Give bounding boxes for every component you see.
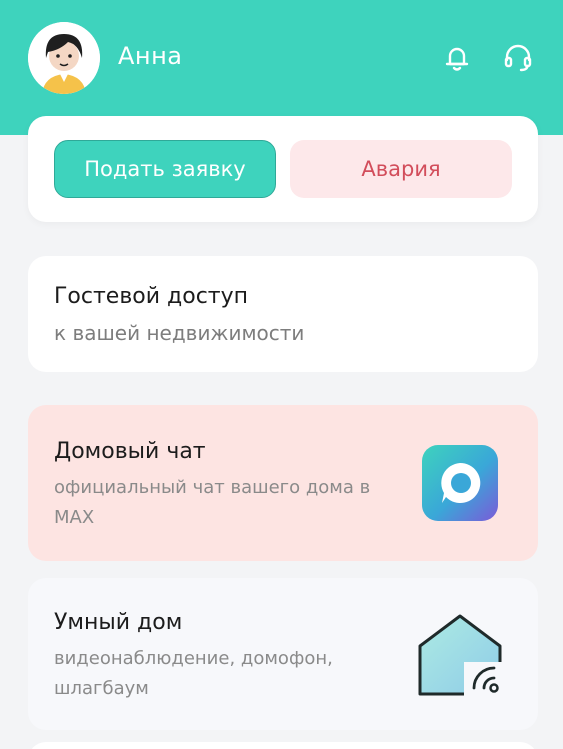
- guest-access-subtitle: к вашей недвижимости: [54, 321, 305, 345]
- smart-home-icon: [418, 614, 504, 698]
- app-header: Анна: [0, 0, 563, 135]
- house-chat-title: Домовый чат: [54, 439, 206, 464]
- actions-card: Подать заявку Авария: [28, 116, 538, 222]
- guest-access-card[interactable]: Гостевой доступ к вашей недвижимости: [28, 256, 538, 372]
- max-messenger-icon: [422, 445, 498, 521]
- emergency-button[interactable]: Авария: [290, 140, 512, 198]
- avatar[interactable]: [28, 22, 100, 94]
- house-chat-subtitle: официальный чат вашего дома в MAX: [54, 477, 371, 528]
- smart-home-card[interactable]: Умный дом видеонаблюдение, домофон, шлаг…: [28, 578, 538, 730]
- user-name: Анна: [118, 42, 183, 70]
- next-card-edge: [28, 742, 538, 749]
- house-chat-card[interactable]: Домовый чат официальный чат вашего дома …: [28, 405, 538, 561]
- submit-request-button[interactable]: Подать заявку: [54, 140, 276, 198]
- smart-home-title: Умный дом: [54, 610, 183, 635]
- support-headset-icon[interactable]: [498, 38, 538, 78]
- guest-access-title: Гостевой доступ: [54, 284, 249, 309]
- bell-icon[interactable]: [437, 38, 477, 78]
- smart-home-subtitle: видеонаблюдение, домофон, шлагбаум: [54, 648, 333, 699]
